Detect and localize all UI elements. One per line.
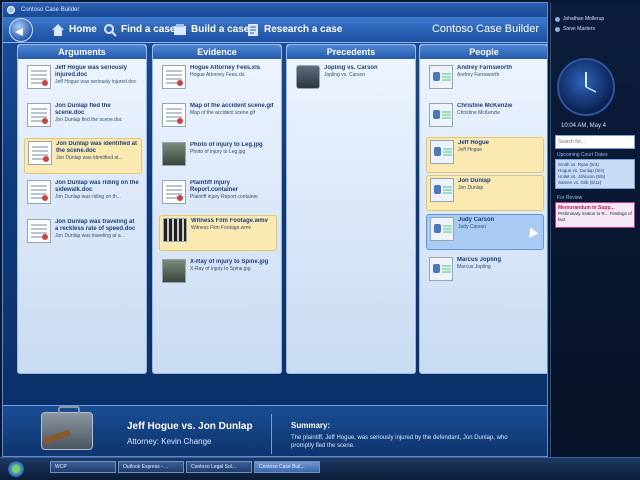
review-gadget[interactable]: Memorandum in Supp... Preliminary motion… [555,202,635,228]
court-dates-gadget[interactable]: Smith vs. Ryan (5/4) Hogue vs. Dunlap (5… [555,159,635,189]
contact-card-icon [429,103,453,127]
argument-item[interactable]: Jon Dunlap was traveling at a reckless r… [24,217,142,259]
contact-card-icon [430,178,454,202]
nav-find-case[interactable]: Find a case [103,22,175,38]
document-icon [28,141,52,165]
evidence-item[interactable]: X-Ray of injury to Spine.jpg X-Ray of inj… [159,257,277,293]
app-window: Contoso Case Builder Home Find a case Bu… [2,2,548,457]
clock-date: 10:04 AM, May 4 [561,123,607,129]
nav-bar: Home Find a case Build a case Research a… [3,17,547,65]
document-icon [162,180,186,204]
evidence-item[interactable]: Photo of injury to Leg.jpg Photo of injur… [159,140,277,176]
person-item[interactable]: Jon Dunlap Jon Dunlap [426,175,544,211]
evidence-item[interactable]: Witness Film Footage.wmv Witness Film Foo… [159,215,277,251]
document-icon [27,219,51,243]
taskbar: WCP Outlook Express - ... Contoso Legal … [0,457,640,480]
summary-label: Summary: [291,421,331,430]
court-dates-label: Upcoming Court Dates [557,152,608,158]
app-icon [7,6,15,14]
build-icon [173,23,187,37]
clock-icon [585,72,597,93]
precedents-header: Precedents [287,45,415,59]
people-header: People [420,45,547,59]
film-icon [163,218,187,242]
evidence-item[interactable]: Plaintiff injury Report.container Plainti… [159,178,277,214]
app-title: Contoso Case Builder [431,23,539,35]
evidence-item[interactable]: Hogue Attorney Fees.xls Hogue Attorney Fe… [159,63,277,99]
taskbar-item[interactable]: Contoso Legal Sol... [186,461,252,473]
argument-item[interactable]: Jon Dunlap was identified at the scene.d… [24,138,142,174]
arguments-header: Arguments [18,45,146,59]
start-button[interactable] [8,461,24,477]
briefcase-icon [296,65,320,89]
sidebar-search-input[interactable] [555,135,635,149]
people-column: People Andrey Farnsworth Andrey Farnswort… [419,44,547,374]
window-title: Contoso Case Builder [21,7,80,13]
search-icon [103,23,117,37]
nav-home[interactable]: Home [51,22,97,38]
person-item[interactable]: Marcus Jopling Marcus Jopling [426,255,544,291]
precedent-item[interactable]: Jopling vs. Carson Jopling vs. Carson [293,63,411,99]
nav-build-case[interactable]: Build a case [173,22,249,38]
back-button[interactable] [9,18,33,42]
argument-item[interactable]: Jon Dunlap fled the scene.doc Jon Dunlap … [24,101,142,137]
taskbar-item[interactable]: WCP [50,461,116,473]
case-attorney: Attorney: Kevin Change [127,437,212,446]
case-title: Jeff Hogue vs. Jon Dunlap [127,421,253,432]
court-date: Sarven vs. Gilb (5/11) [558,180,602,185]
argument-item[interactable]: Jeff Hogue was seriously injured.doc Jeff… [24,63,142,99]
person-item[interactable]: Judy Carson Judy Carson [426,214,544,250]
evidence-column: Evidence Hogue Attorney Fees.xls Hogue At… [152,44,282,374]
photo-icon [162,259,186,283]
contact-card-icon [430,217,454,241]
photo-icon [162,142,186,166]
user-item[interactable]: Steve Masters [551,24,640,34]
taskbar-item[interactable]: Outlook Express - ... [118,461,184,473]
person-item[interactable]: Christine McKenzie Christine McKenzie [426,101,544,137]
precedents-column: Precedents Jopling vs. Carson Jopling vs.… [286,44,416,374]
arguments-column: Arguments Jeff Hogue was seriously injur… [17,44,147,374]
document-icon [27,65,51,89]
home-icon [51,23,65,37]
case-details-panel: Jeff Hogue vs. Jon Dunlap Attorney: Kevi… [3,405,547,456]
person-item[interactable]: Jeff Hogue Jeff Hogue [426,137,544,173]
argument-item[interactable]: Jon Dunlap was riding on the sidewalk.do… [24,178,142,214]
title-bar[interactable]: Contoso Case Builder [3,3,547,17]
person-item[interactable]: Andrey Farnsworth Andrey Farnsworth [426,63,544,99]
nav-research-case[interactable]: Research a case [246,22,342,38]
clock-gadget[interactable] [557,58,615,116]
summary-text: The plaintiff, Jeff Hogue, was seriously… [291,435,508,449]
document-icon [27,180,51,204]
taskbar-item[interactable]: Contoso Case Buil... [254,461,320,473]
divider [271,414,272,454]
evidence-header: Evidence [153,45,281,59]
document-icon [27,103,51,127]
map-icon [162,103,186,127]
review-text: Preliminary motion to R... Findings of f… [558,211,632,222]
spreadsheet-icon [162,65,186,89]
contact-card-icon [429,65,453,89]
contact-card-icon [430,140,454,164]
research-icon [246,23,260,37]
user-item[interactable]: Johathan Mollerup [551,14,640,24]
evidence-item[interactable]: Map of the accident scene.gif Map of the … [159,101,277,137]
review-label: For Review [557,195,583,201]
windows-sidebar: Johathan Mollerup Steve Masters 10:04 AM… [550,2,640,457]
contact-card-icon [429,257,453,281]
